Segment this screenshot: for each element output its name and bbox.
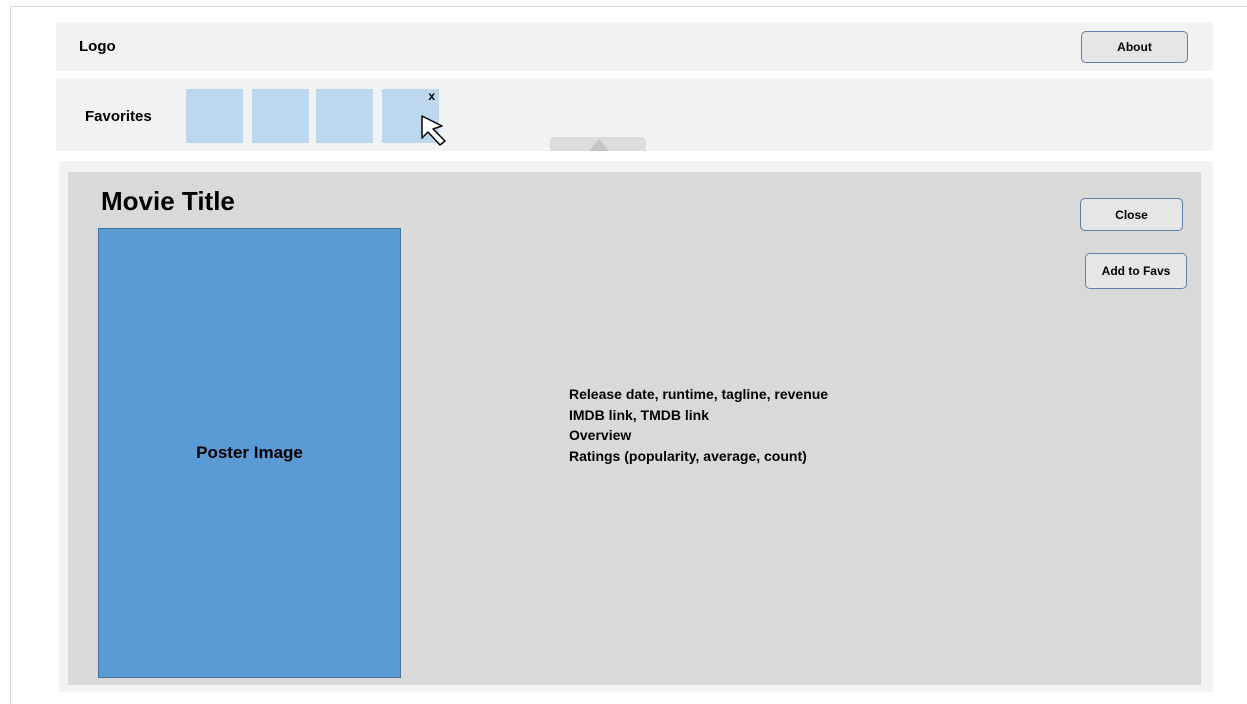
movie-title: Movie Title bbox=[101, 186, 235, 216]
favorite-thumbnail[interactable] bbox=[252, 89, 309, 143]
add-to-favorites-button[interactable]: Add to Favs bbox=[1085, 253, 1187, 289]
logo: Logo bbox=[79, 38, 116, 55]
collapse-details-tab[interactable] bbox=[550, 137, 646, 151]
info-line-ratings: Ratings (popularity, average, count) bbox=[569, 447, 807, 464]
info-line-overview: Overview bbox=[569, 427, 632, 443]
about-button[interactable]: About bbox=[1081, 31, 1188, 63]
poster-image-label: Poster Image bbox=[196, 443, 303, 462]
triangle-up-icon bbox=[589, 139, 609, 151]
info-line-release: Release date, runtime, tagline, revenue bbox=[569, 386, 829, 402]
window-left-edge bbox=[0, 6, 11, 704]
favorite-thumbnail[interactable] bbox=[186, 89, 243, 143]
header-bar: Logo About bbox=[56, 22, 1213, 71]
favorites-bar: Favorites x bbox=[56, 78, 1213, 151]
close-button[interactable]: Close bbox=[1080, 198, 1183, 231]
movie-details-panel: Movie Title Poster Image Close Add to Fa… bbox=[68, 172, 1201, 685]
favorites-label: Favorites bbox=[85, 108, 152, 125]
favorite-thumbnail[interactable] bbox=[316, 89, 373, 143]
info-line-links: IMDB link, TMDB link bbox=[569, 406, 709, 423]
remove-favorite-button[interactable]: x bbox=[428, 89, 435, 103]
movie-details-container: Movie Title Poster Image Close Add to Fa… bbox=[59, 161, 1213, 692]
movie-info: Release date, runtime, tagline, revenue … bbox=[569, 384, 828, 466]
window-top-edge bbox=[0, 0, 1247, 7]
mouse-pointer-icon bbox=[421, 115, 446, 146]
poster-image: Poster Image bbox=[98, 228, 401, 678]
